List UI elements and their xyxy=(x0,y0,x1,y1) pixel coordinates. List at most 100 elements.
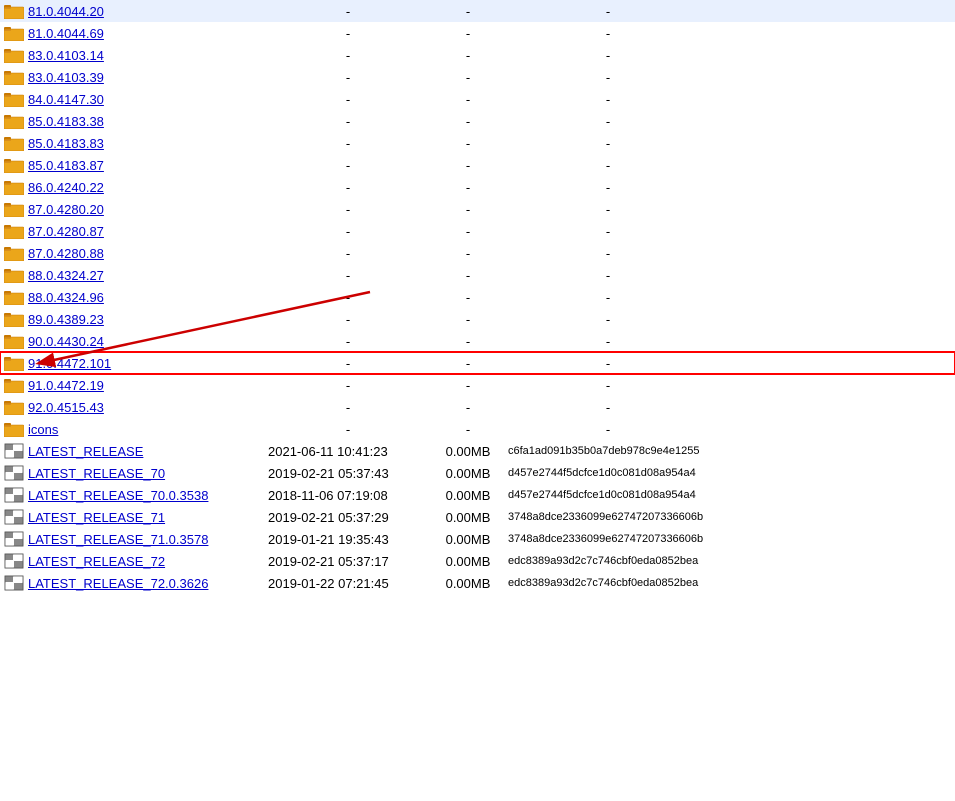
file-name-link[interactable]: LATEST_RELEASE xyxy=(28,444,268,459)
file-name-link[interactable]: 85.0.4183.83 xyxy=(28,136,268,151)
col-size-dash: - xyxy=(428,400,508,415)
col-date-dash: - xyxy=(268,312,428,327)
file-name-link[interactable]: 88.0.4324.96 xyxy=(28,290,268,305)
list-item[interactable]: 92.0.4515.43--- xyxy=(0,396,955,418)
file-name-link[interactable]: 87.0.4280.20 xyxy=(28,202,268,217)
list-item[interactable]: LATEST_RELEASE_722019-02-21 05:37:170.00… xyxy=(0,550,955,572)
col-size-dash: - xyxy=(428,114,508,129)
col-date-dash: - xyxy=(268,70,428,85)
file-name-link[interactable]: 89.0.4389.23 xyxy=(28,312,268,327)
list-item[interactable]: LATEST_RELEASE_72.0.36262019-01-22 07:21… xyxy=(0,572,955,594)
file-name-link[interactable]: 84.0.4147.30 xyxy=(28,92,268,107)
col-date-dash: - xyxy=(268,92,428,107)
file-name-link[interactable]: 85.0.4183.87 xyxy=(28,158,268,173)
col-date-dash: - xyxy=(268,356,428,371)
list-item[interactable]: 81.0.4044.69--- xyxy=(0,22,955,44)
file-name-link[interactable]: LATEST_RELEASE_71 xyxy=(28,510,268,525)
folder-icon xyxy=(4,135,24,151)
file-name-link[interactable]: icons xyxy=(28,422,268,437)
file-name-link[interactable]: 88.0.4324.27 xyxy=(28,268,268,283)
file-name-link[interactable]: 87.0.4280.88 xyxy=(28,246,268,261)
col-date: 2018-11-06 07:19:08 xyxy=(268,488,428,503)
col-size-dash: - xyxy=(428,92,508,107)
list-item[interactable]: 86.0.4240.22--- xyxy=(0,176,955,198)
folder-icon xyxy=(4,223,24,239)
col-date-dash: - xyxy=(268,4,428,19)
file-icon xyxy=(4,465,24,481)
file-name-link[interactable]: 90.0.4430.24 xyxy=(28,334,268,349)
file-name-link[interactable]: LATEST_RELEASE_72 xyxy=(28,554,268,569)
col-size-dash: - xyxy=(428,378,508,393)
col-hash-dash: - xyxy=(508,158,708,173)
col-date: 2019-01-22 07:21:45 xyxy=(268,576,428,591)
list-item[interactable]: 87.0.4280.20--- xyxy=(0,198,955,220)
col-hash-dash: - xyxy=(508,378,708,393)
file-name-link[interactable]: 91.0.4472.101 xyxy=(28,356,268,371)
col-hash-dash: - xyxy=(508,400,708,415)
col-date-dash: - xyxy=(268,48,428,63)
col-hash-dash: - xyxy=(508,70,708,85)
col-hash: 3748a8dce2336099e62747207336606b xyxy=(508,511,708,523)
file-name-link[interactable]: 86.0.4240.22 xyxy=(28,180,268,195)
file-name-link[interactable]: 92.0.4515.43 xyxy=(28,400,268,415)
file-name-link[interactable]: LATEST_RELEASE_70 xyxy=(28,466,268,481)
file-name-link[interactable]: 83.0.4103.39 xyxy=(28,70,268,85)
file-name-link[interactable]: 81.0.4044.20 xyxy=(28,4,268,19)
list-item[interactable]: 84.0.4147.30--- xyxy=(0,88,955,110)
list-item[interactable]: 83.0.4103.39--- xyxy=(0,66,955,88)
list-item[interactable]: 85.0.4183.38--- xyxy=(0,110,955,132)
file-name-link[interactable]: LATEST_RELEASE_72.0.3626 xyxy=(28,576,268,591)
list-item[interactable]: 90.0.4430.24--- xyxy=(0,330,955,352)
list-item[interactable]: 87.0.4280.87--- xyxy=(0,220,955,242)
file-name-link[interactable]: 85.0.4183.38 xyxy=(28,114,268,129)
col-hash-dash: - xyxy=(508,290,708,305)
list-item[interactable]: 87.0.4280.88--- xyxy=(0,242,955,264)
folder-icon xyxy=(4,157,24,173)
list-item[interactable]: 91.0.4472.19--- xyxy=(0,374,955,396)
col-size: 0.00MB xyxy=(428,576,508,591)
file-icon xyxy=(4,509,24,525)
list-item[interactable]: 89.0.4389.23--- xyxy=(0,308,955,330)
list-item[interactable]: icons--- xyxy=(0,418,955,440)
col-size-dash: - xyxy=(428,290,508,305)
col-size-dash: - xyxy=(428,70,508,85)
file-name-link[interactable]: LATEST_RELEASE_70.0.3538 xyxy=(28,488,268,503)
col-date-dash: - xyxy=(268,202,428,217)
list-item[interactable]: LATEST_RELEASE_712019-02-21 05:37:290.00… xyxy=(0,506,955,528)
list-item[interactable]: 85.0.4183.87--- xyxy=(0,154,955,176)
list-item[interactable]: 91.0.4472.101--- xyxy=(0,352,955,374)
list-item[interactable]: LATEST_RELEASE2021-06-11 10:41:230.00MBc… xyxy=(0,440,955,462)
file-name-link[interactable]: 81.0.4044.69 xyxy=(28,26,268,41)
col-size-dash: - xyxy=(428,48,508,63)
col-date-dash: - xyxy=(268,246,428,261)
list-item[interactable]: 81.0.4044.20--- xyxy=(0,0,955,22)
col-date: 2019-02-21 05:37:43 xyxy=(268,466,428,481)
file-name-link[interactable]: 83.0.4103.14 xyxy=(28,48,268,63)
col-size: 0.00MB xyxy=(428,554,508,569)
list-item[interactable]: 88.0.4324.27--- xyxy=(0,264,955,286)
folder-icon xyxy=(4,399,24,415)
col-date-dash: - xyxy=(268,180,428,195)
list-item[interactable]: LATEST_RELEASE_702019-02-21 05:37:430.00… xyxy=(0,462,955,484)
col-hash-dash: - xyxy=(508,268,708,283)
list-item[interactable]: 83.0.4103.14--- xyxy=(0,44,955,66)
list-item[interactable]: 85.0.4183.83--- xyxy=(0,132,955,154)
list-item[interactable]: LATEST_RELEASE_70.0.35382018-11-06 07:19… xyxy=(0,484,955,506)
col-hash: c6fa1ad091b35b0a7deb978c9e4e1255 xyxy=(508,445,708,457)
col-hash: 3748a8dce2336099e62747207336606b xyxy=(508,533,708,545)
file-name-link[interactable]: 87.0.4280.87 xyxy=(28,224,268,239)
col-size: 0.00MB xyxy=(428,488,508,503)
folder-icon xyxy=(4,421,24,437)
file-name-link[interactable]: 91.0.4472.19 xyxy=(28,378,268,393)
col-hash: d457e2744f5dcfce1d0c081d08a954a4 xyxy=(508,467,708,479)
col-date: 2019-02-21 05:37:29 xyxy=(268,510,428,525)
col-hash-dash: - xyxy=(508,136,708,151)
col-date-dash: - xyxy=(268,268,428,283)
list-item[interactable]: 88.0.4324.96--- xyxy=(0,286,955,308)
list-item[interactable]: LATEST_RELEASE_71.0.35782019-01-21 19:35… xyxy=(0,528,955,550)
file-name-link[interactable]: LATEST_RELEASE_71.0.3578 xyxy=(28,532,268,547)
col-size-dash: - xyxy=(428,4,508,19)
file-list: 81.0.4044.20--- 81.0.4044.69--- 83.0.410… xyxy=(0,0,955,594)
folder-icon xyxy=(4,201,24,217)
col-date-dash: - xyxy=(268,290,428,305)
